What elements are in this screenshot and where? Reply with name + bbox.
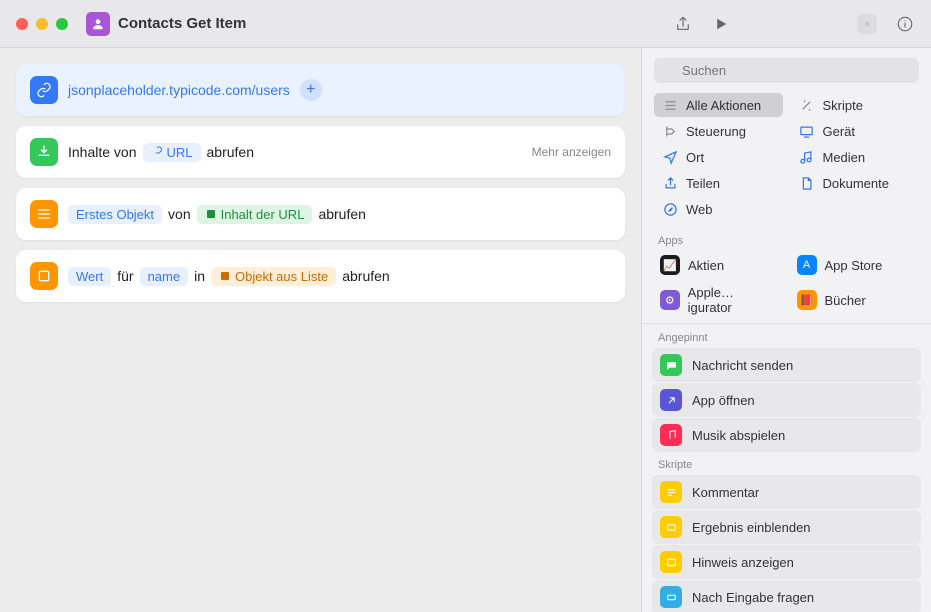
play-button[interactable] — [711, 14, 731, 34]
list-object-token[interactable]: Objekt aus Liste — [211, 267, 336, 286]
library-button[interactable] — [857, 14, 877, 34]
url-content-token[interactable]: Inhalt der URL — [197, 205, 313, 224]
message-icon — [660, 354, 682, 376]
action-text: für — [117, 268, 133, 284]
dictionary-icon — [30, 262, 58, 290]
apps-grid: 📈 Aktien A App Store ⚙ Apple…igurator 📕 … — [642, 251, 931, 323]
category-all-actions[interactable]: Alle Aktionen — [654, 93, 783, 117]
action-get-value[interactable]: Wert für name in Objekt aus Liste abrufe… — [16, 250, 625, 302]
app-appstore[interactable]: A App Store — [791, 251, 920, 279]
category-share[interactable]: Teilen — [654, 171, 783, 195]
action-get-contents[interactable]: Inhalte von URL abrufen Mehr anzeigen — [16, 126, 625, 178]
category-control[interactable]: Steuerung — [654, 119, 783, 143]
search-input[interactable] — [654, 58, 919, 83]
app-books[interactable]: 📕 Bücher — [791, 281, 920, 319]
scripts-section-label: Skripte — [642, 453, 931, 475]
result-icon — [660, 516, 682, 538]
category-media[interactable]: Medien — [791, 145, 920, 169]
app-stocks[interactable]: 📈 Aktien — [654, 251, 783, 279]
document-icon — [799, 175, 815, 191]
alert-icon — [660, 551, 682, 573]
music-play-icon — [660, 424, 682, 446]
action-url[interactable]: jsonplaceholder.typicode.com/users + — [16, 64, 625, 116]
safari-icon — [662, 201, 678, 217]
share-button[interactable] — [673, 14, 693, 34]
action-ask-input[interactable]: Nach Eingabe fragen — [652, 580, 921, 612]
app-configurator[interactable]: ⚙ Apple…igurator — [654, 281, 783, 319]
download-icon — [30, 138, 58, 166]
name-token[interactable]: name — [140, 267, 189, 286]
open-icon — [660, 389, 682, 411]
shortcut-app-icon — [86, 12, 110, 36]
fullscreen-window-button[interactable] — [56, 18, 68, 30]
workflow-canvas[interactable]: jsonplaceholder.typicode.com/users + Inh… — [0, 48, 641, 612]
books-icon: 📕 — [797, 290, 817, 310]
value-token[interactable]: Wert — [68, 267, 111, 286]
music-icon — [799, 149, 815, 165]
category-grid: Alle Aktionen Skripte Steuerung Gerät Or… — [642, 93, 931, 229]
minimize-window-button[interactable] — [36, 18, 48, 30]
configurator-icon: ⚙ — [660, 290, 680, 310]
traffic-lights — [16, 18, 68, 30]
share-icon — [662, 175, 678, 191]
action-text: abrufen — [318, 206, 365, 222]
action-comment[interactable]: Kommentar — [652, 475, 921, 509]
pinned-section-label: Angepinnt — [642, 326, 931, 348]
branch-icon — [662, 123, 678, 139]
category-web[interactable]: Web — [654, 197, 783, 221]
action-open-app[interactable]: App öffnen — [652, 383, 921, 417]
list-icon — [30, 200, 58, 228]
category-location[interactable]: Ort — [654, 145, 783, 169]
list-icon — [662, 97, 678, 113]
info-button[interactable] — [895, 14, 915, 34]
window-title: Contacts Get Item — [118, 15, 246, 32]
action-play-music[interactable]: Musik abspielen — [652, 418, 921, 452]
category-documents[interactable]: Dokumente — [791, 171, 920, 195]
action-text: in — [194, 268, 205, 284]
apps-section-label: Apps — [642, 229, 931, 251]
first-object-token[interactable]: Erstes Objekt — [68, 205, 162, 224]
wand-icon — [799, 97, 815, 113]
appstore-icon: A — [797, 255, 817, 275]
desktop-icon — [799, 123, 815, 139]
action-text: Inhalte von — [68, 144, 137, 160]
location-icon — [662, 149, 678, 165]
action-first-item[interactable]: Erstes Objekt von Inhalt der URL abrufen — [16, 188, 625, 240]
close-window-button[interactable] — [16, 18, 28, 30]
url-token[interactable]: URL — [143, 143, 201, 162]
pinned-list: Nachricht senden App öffnen Musik abspie… — [642, 348, 931, 452]
comment-icon — [660, 481, 682, 503]
link-icon — [30, 76, 58, 104]
action-text: abrufen — [342, 268, 389, 284]
action-library-sidebar: Alle Aktionen Skripte Steuerung Gerät Or… — [641, 48, 931, 612]
input-icon — [660, 586, 682, 608]
category-scripts[interactable]: Skripte — [791, 93, 920, 117]
action-show-result[interactable]: Ergebnis einblenden — [652, 510, 921, 544]
action-show-alert[interactable]: Hinweis anzeigen — [652, 545, 921, 579]
add-url-button[interactable]: + — [300, 79, 322, 101]
scripts-list: Kommentar Ergebnis einblenden Hinweis an… — [642, 475, 931, 612]
titlebar: Contacts Get Item — [0, 0, 931, 48]
action-send-message[interactable]: Nachricht senden — [652, 348, 921, 382]
stocks-icon: 📈 — [660, 255, 680, 275]
action-text: von — [168, 206, 191, 222]
category-device[interactable]: Gerät — [791, 119, 920, 143]
action-text: abrufen — [207, 144, 254, 160]
show-more-button[interactable]: Mehr anzeigen — [532, 145, 611, 159]
url-value[interactable]: jsonplaceholder.typicode.com/users — [68, 82, 290, 98]
